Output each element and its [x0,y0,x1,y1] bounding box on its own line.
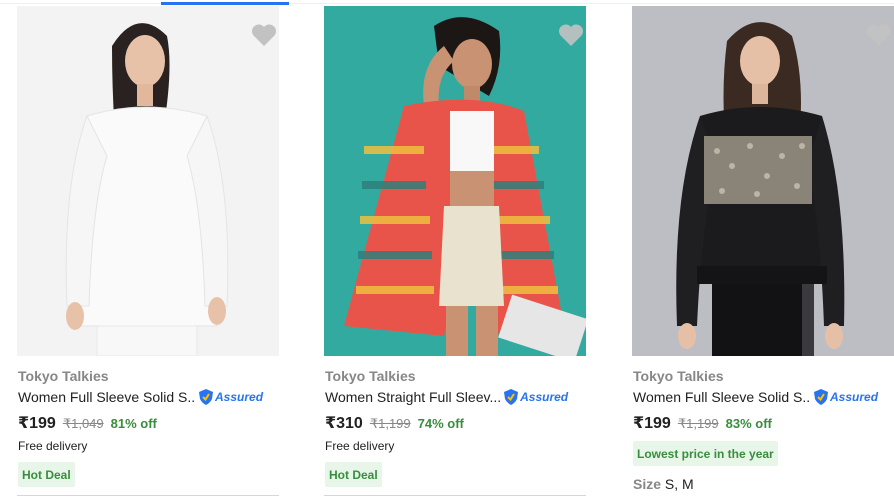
delivery-info: Free delivery [325,439,395,453]
size-label: Size [633,476,662,492]
product-card-2[interactable]: Tokyo Talkies Women Straight Full Sleev.… [324,6,586,497]
assured-label: Assured [215,390,264,404]
product-card-1[interactable]: Tokyo Talkies Women Full Sleeve Solid S.… [17,6,279,497]
wishlist-heart-icon[interactable] [249,20,279,50]
deal-badge: Hot Deal [18,462,75,487]
assured-shield-icon [504,389,519,405]
product-title[interactable]: Women Full Sleeve Solid S... [633,389,811,405]
assured-shield-icon [199,389,213,405]
title-row[interactable]: Women Straight Full Sleev... Assured [325,387,587,407]
price-row: ₹199 ₹1,199 83% off [633,413,772,433]
brand-name: Tokyo Talkies [633,368,724,384]
size-info: Size S, M [633,476,694,492]
product-photo [632,6,894,356]
active-tab-indicator [161,2,289,5]
brand-name: Tokyo Talkies [18,368,109,384]
card-divider [324,495,586,496]
assured-badge: Assured [503,388,568,406]
top-divider [0,3,894,4]
deal-badge: Hot Deal [325,462,382,487]
discount-percent: 74% off [417,416,464,431]
product-card-3[interactable]: Tokyo Talkies Women Full Sleeve Solid S.… [632,6,894,497]
size-values: S, M [664,476,694,492]
assured-label: Assured [830,390,879,404]
card-divider [17,495,279,496]
delivery-info: Free delivery [18,439,88,453]
wishlist-heart-icon[interactable] [556,20,586,50]
product-image[interactable] [632,6,894,356]
selling-price: ₹199 [633,415,671,432]
lowest-price-badge: Lowest price in the year [633,441,778,466]
product-photo [324,6,586,356]
price-row: ₹310 ₹1,199 74% off [325,413,464,433]
title-row[interactable]: Women Full Sleeve Solid S... Assured [633,387,894,407]
product-image[interactable] [17,6,279,356]
original-price: ₹1,199 [677,416,719,431]
discount-percent: 81% off [110,416,157,431]
product-title[interactable]: Women Straight Full Sleev... [325,389,501,405]
title-row[interactable]: Women Full Sleeve Solid S... Assured [18,387,280,407]
selling-price: ₹199 [18,415,56,432]
selling-price: ₹310 [325,415,363,432]
assured-label: Assured [520,390,569,404]
assured-shield-icon [814,389,828,405]
original-price: ₹1,199 [369,416,411,431]
product-title[interactable]: Women Full Sleeve Solid S... [18,389,196,405]
discount-percent: 83% off [725,416,772,431]
assured-badge: Assured [813,388,878,406]
product-photo [17,6,279,356]
wishlist-heart-icon[interactable] [864,20,894,50]
assured-badge: Assured [198,388,263,406]
brand-name: Tokyo Talkies [325,368,416,384]
original-price: ₹1,049 [62,416,104,431]
price-row: ₹199 ₹1,049 81% off [18,413,157,433]
product-image[interactable] [324,6,586,356]
